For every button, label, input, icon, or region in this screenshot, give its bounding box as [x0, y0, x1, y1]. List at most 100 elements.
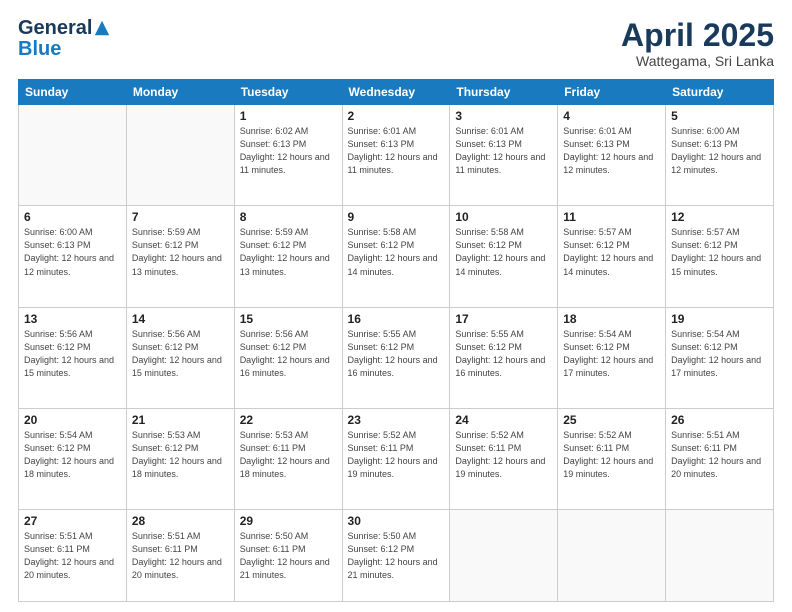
calendar-cell: 19Sunrise: 5:54 AM Sunset: 6:12 PM Dayli…	[666, 307, 774, 408]
day-info: Sunrise: 5:55 AM Sunset: 6:12 PM Dayligh…	[455, 328, 552, 380]
day-number: 1	[240, 109, 337, 123]
calendar-cell: 29 Sunrise: 5:50 AM Sunset: 6:11 PM Dayli…	[234, 509, 342, 601]
calendar-cell: 6Sunrise: 6:00 AM Sunset: 6:13 PM Daylig…	[19, 206, 127, 307]
day-info: Sunrise: 5:51 AM Sunset: 6:11 PM Dayligh…	[24, 530, 121, 582]
week-row-0: 1 Sunrise: 6:02 AM Sunset: 6:13 PM Daylig…	[19, 105, 774, 206]
month-title: April 2025	[621, 18, 774, 53]
calendar-cell: 13 Sunrise: 5:56 AM Sunset: 6:12 PM Dayli…	[19, 307, 127, 408]
day-info: Sunrise: 5:51 AM Sunset: 6:11 PM Dayligh…	[132, 530, 229, 582]
calendar-cell: 5 Sunrise: 6:00 AM Sunset: 6:13 PM Daylig…	[666, 105, 774, 206]
day-number: 12	[671, 210, 768, 224]
day-number: 14	[132, 312, 229, 326]
calendar-cell: 1 Sunrise: 6:02 AM Sunset: 6:13 PM Daylig…	[234, 105, 342, 206]
day-number: 13	[24, 312, 121, 326]
day-number: 5	[671, 109, 768, 123]
calendar-cell: 18Sunrise: 5:54 AM Sunset: 6:12 PM Dayli…	[558, 307, 666, 408]
weekday-header-row: SundayMondayTuesdayWednesdayThursdayFrid…	[19, 80, 774, 105]
day-number: 23	[348, 413, 445, 427]
calendar-cell: 2Sunrise: 6:01 AM Sunset: 6:13 PM Daylig…	[342, 105, 450, 206]
calendar-cell: 7Sunrise: 5:59 AM Sunset: 6:12 PM Daylig…	[126, 206, 234, 307]
calendar-cell: 8 Sunrise: 5:59 AM Sunset: 6:12 PM Daylig…	[234, 206, 342, 307]
calendar-cell	[666, 509, 774, 601]
logo-general-text: General	[18, 18, 92, 38]
weekday-header-friday: Friday	[558, 80, 666, 105]
day-info: Sunrise: 6:01 AM Sunset: 6:13 PM Dayligh…	[563, 125, 660, 177]
day-number: 21	[132, 413, 229, 427]
day-number: 27	[24, 514, 121, 528]
calendar-cell: 15Sunrise: 5:56 AM Sunset: 6:12 PM Dayli…	[234, 307, 342, 408]
logo-blue-text: Blue	[18, 38, 61, 60]
calendar-cell	[126, 105, 234, 206]
day-number: 19	[671, 312, 768, 326]
day-info: Sunrise: 6:00 AM Sunset: 6:13 PM Dayligh…	[24, 226, 121, 278]
calendar-cell: 25 Sunrise: 5:52 AM Sunset: 6:11 PM Dayli…	[558, 408, 666, 509]
calendar-cell: 4 Sunrise: 6:01 AM Sunset: 6:13 PM Daylig…	[558, 105, 666, 206]
day-number: 10	[455, 210, 552, 224]
calendar-cell: 20 Sunrise: 5:54 AM Sunset: 6:12 PM Dayli…	[19, 408, 127, 509]
weekday-header-monday: Monday	[126, 80, 234, 105]
calendar-cell: 11 Sunrise: 5:57 AM Sunset: 6:12 PM Dayli…	[558, 206, 666, 307]
day-number: 29	[240, 514, 337, 528]
day-info: Sunrise: 5:56 AM Sunset: 6:12 PM Dayligh…	[240, 328, 337, 380]
weekday-header-sunday: Sunday	[19, 80, 127, 105]
day-info: Sunrise: 5:56 AM Sunset: 6:12 PM Dayligh…	[132, 328, 229, 380]
calendar-cell	[558, 509, 666, 601]
day-info: Sunrise: 6:01 AM Sunset: 6:13 PM Dayligh…	[455, 125, 552, 177]
day-number: 11	[563, 210, 660, 224]
day-info: Sunrise: 6:01 AM Sunset: 6:13 PM Dayligh…	[348, 125, 445, 177]
day-number: 25	[563, 413, 660, 427]
day-info: Sunrise: 5:50 AM Sunset: 6:12 PM Dayligh…	[348, 530, 445, 582]
day-info: Sunrise: 5:58 AM Sunset: 6:12 PM Dayligh…	[455, 226, 552, 278]
day-number: 26	[671, 413, 768, 427]
day-number: 16	[348, 312, 445, 326]
day-info: Sunrise: 6:00 AM Sunset: 6:13 PM Dayligh…	[671, 125, 768, 177]
day-info: Sunrise: 5:57 AM Sunset: 6:12 PM Dayligh…	[671, 226, 768, 278]
calendar-cell: 28Sunrise: 5:51 AM Sunset: 6:11 PM Dayli…	[126, 509, 234, 601]
day-info: Sunrise: 5:52 AM Sunset: 6:11 PM Dayligh…	[563, 429, 660, 481]
day-number: 8	[240, 210, 337, 224]
logo-icon	[93, 19, 111, 37]
calendar-cell: 12 Sunrise: 5:57 AM Sunset: 6:12 PM Dayli…	[666, 206, 774, 307]
day-info: Sunrise: 5:56 AM Sunset: 6:12 PM Dayligh…	[24, 328, 121, 380]
calendar-cell: 22Sunrise: 5:53 AM Sunset: 6:11 PM Dayli…	[234, 408, 342, 509]
weekday-header-thursday: Thursday	[450, 80, 558, 105]
calendar-cell: 30 Sunrise: 5:50 AM Sunset: 6:12 PM Dayli…	[342, 509, 450, 601]
header-right: April 2025 Wattegama, Sri Lanka	[621, 18, 774, 69]
location: Wattegama, Sri Lanka	[621, 53, 774, 69]
day-number: 17	[455, 312, 552, 326]
week-row-2: 13 Sunrise: 5:56 AM Sunset: 6:12 PM Dayli…	[19, 307, 774, 408]
calendar-cell: 16 Sunrise: 5:55 AM Sunset: 6:12 PM Dayli…	[342, 307, 450, 408]
day-number: 4	[563, 109, 660, 123]
day-info: Sunrise: 6:02 AM Sunset: 6:13 PM Dayligh…	[240, 125, 337, 177]
week-row-1: 6Sunrise: 6:00 AM Sunset: 6:13 PM Daylig…	[19, 206, 774, 307]
calendar-cell: 21 Sunrise: 5:53 AM Sunset: 6:12 PM Dayli…	[126, 408, 234, 509]
logo: General Blue	[18, 18, 112, 61]
calendar-cell: 26Sunrise: 5:51 AM Sunset: 6:11 PM Dayli…	[666, 408, 774, 509]
day-info: Sunrise: 5:53 AM Sunset: 6:11 PM Dayligh…	[240, 429, 337, 481]
calendar-cell: 23 Sunrise: 5:52 AM Sunset: 6:11 PM Dayli…	[342, 408, 450, 509]
day-info: Sunrise: 5:55 AM Sunset: 6:12 PM Dayligh…	[348, 328, 445, 380]
day-info: Sunrise: 5:59 AM Sunset: 6:12 PM Dayligh…	[240, 226, 337, 278]
day-info: Sunrise: 5:53 AM Sunset: 6:12 PM Dayligh…	[132, 429, 229, 481]
calendar-table: SundayMondayTuesdayWednesdayThursdayFrid…	[18, 79, 774, 602]
day-info: Sunrise: 5:54 AM Sunset: 6:12 PM Dayligh…	[24, 429, 121, 481]
week-row-3: 20 Sunrise: 5:54 AM Sunset: 6:12 PM Dayli…	[19, 408, 774, 509]
week-row-4: 27 Sunrise: 5:51 AM Sunset: 6:11 PM Dayli…	[19, 509, 774, 601]
calendar-cell: 3 Sunrise: 6:01 AM Sunset: 6:13 PM Daylig…	[450, 105, 558, 206]
day-info: Sunrise: 5:57 AM Sunset: 6:12 PM Dayligh…	[563, 226, 660, 278]
day-info: Sunrise: 5:54 AM Sunset: 6:12 PM Dayligh…	[563, 328, 660, 380]
day-number: 3	[455, 109, 552, 123]
day-info: Sunrise: 5:50 AM Sunset: 6:11 PM Dayligh…	[240, 530, 337, 582]
calendar-cell: 17 Sunrise: 5:55 AM Sunset: 6:12 PM Dayli…	[450, 307, 558, 408]
day-number: 24	[455, 413, 552, 427]
day-number: 30	[348, 514, 445, 528]
calendar-cell: 24Sunrise: 5:52 AM Sunset: 6:11 PM Dayli…	[450, 408, 558, 509]
calendar-cell	[450, 509, 558, 601]
calendar-cell: 27 Sunrise: 5:51 AM Sunset: 6:11 PM Dayli…	[19, 509, 127, 601]
weekday-header-saturday: Saturday	[666, 80, 774, 105]
day-number: 9	[348, 210, 445, 224]
page: General Blue April 2025 Wattegama, Sri L…	[0, 0, 792, 612]
day-info: Sunrise: 5:52 AM Sunset: 6:11 PM Dayligh…	[348, 429, 445, 481]
calendar-cell: 14 Sunrise: 5:56 AM Sunset: 6:12 PM Dayli…	[126, 307, 234, 408]
day-number: 20	[24, 413, 121, 427]
